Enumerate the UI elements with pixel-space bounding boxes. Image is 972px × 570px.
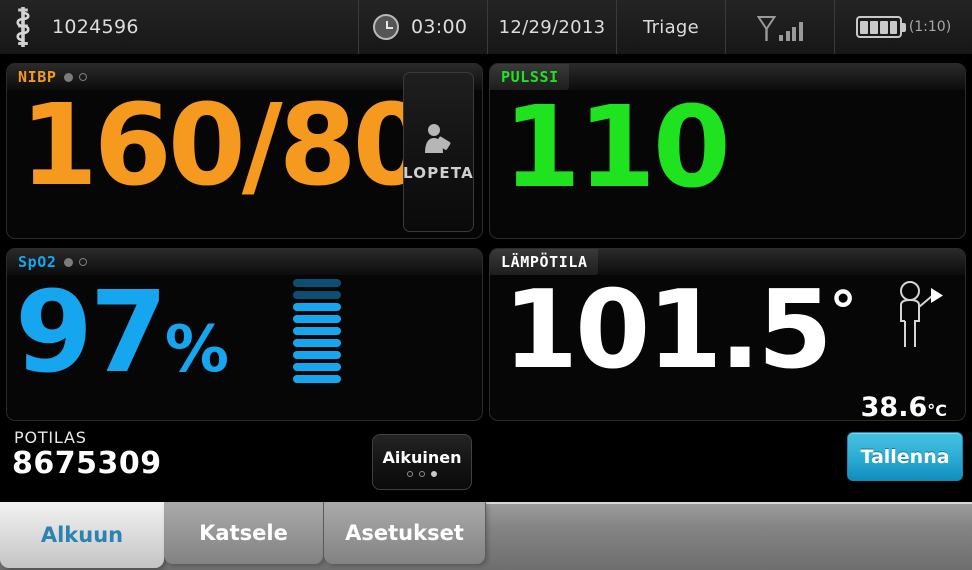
temperature-celsius-group: 38.6°C — [860, 392, 947, 421]
temperature-celsius-unit: °C — [927, 401, 947, 420]
nibp-label-text: NIBP — [18, 68, 57, 86]
spo2-status-dots — [63, 257, 87, 267]
monitor-screen: 1024596 03:00 12/29/2013 Triage (1:10) N… — [0, 0, 972, 570]
temperature-panel[interactable]: LÄMPÖTILA 101.5° °F 38.6°C — [489, 248, 966, 421]
header-context-label: Triage — [642, 16, 700, 38]
pulse-panel[interactable]: PULSSI 110 ♡/MIN LÄHDE : NIBP — [489, 63, 966, 239]
rod-of-asclepius-icon — [12, 7, 34, 47]
nibp-panel-label: NIBP — [7, 64, 97, 90]
status-header: 1024596 03:00 12/29/2013 Triage (1:10) — [0, 0, 972, 55]
header-date-cell[interactable]: 12/29/2013 — [488, 0, 616, 54]
nibp-value: 160/80 — [20, 81, 431, 211]
pulse-label-text: PULSSI — [501, 68, 559, 86]
header-time-cell[interactable]: 03:00 — [359, 0, 487, 54]
spo2-value-group: 97% — [15, 277, 229, 389]
temperature-value: 101.5 — [503, 268, 833, 393]
tab-alkuun[interactable]: Alkuun — [0, 502, 164, 568]
spo2-value: 97 — [15, 268, 168, 398]
patient-label: POTILAS — [14, 428, 87, 447]
patient-id-value[interactable]: 8675309 — [12, 446, 162, 481]
nibp-stop-label: LOPETA — [403, 163, 474, 182]
temperature-panel-label: LÄMPÖTILA — [490, 249, 598, 275]
tab-asetukset[interactable]: Asetukset — [324, 502, 486, 564]
patient-bp-cuff-icon — [422, 123, 456, 159]
spo2-panel[interactable]: SpO2 97% — [6, 248, 483, 421]
header-context-cell[interactable]: Triage — [617, 0, 725, 54]
header-time: 03:00 — [411, 16, 468, 38]
spo2-label-text: SpO2 — [18, 253, 57, 271]
header-signal-cell[interactable] — [726, 0, 834, 54]
patient-row: POTILAS 8675309 Aikuinen Tallenna — [0, 424, 972, 496]
tab-alkuun-label: Alkuun — [40, 523, 124, 547]
header-patient-id: 1024596 — [52, 16, 139, 38]
nibp-panel[interactable]: NIBP 160/80 SYS/DIA mmHg ( MAP 93) LOPET… — [6, 63, 483, 239]
temperature-celsius-value: 38.6 — [860, 392, 928, 421]
header-date: 12/29/2013 — [498, 16, 606, 38]
wifi-signal-icon — [756, 13, 803, 41]
temperature-label-text: LÄMPÖTILA — [501, 253, 588, 271]
person-temporal-thermometer-icon — [891, 279, 951, 351]
header-patient-cell[interactable]: 1024596 — [0, 0, 358, 54]
save-button-label: Tallenna — [860, 445, 950, 468]
battery-icon — [855, 16, 906, 38]
temperature-degree-symbol: ° — [829, 280, 857, 343]
spo2-percent-sign: % — [164, 313, 229, 387]
patient-mode-dots — [407, 470, 437, 477]
tab-asetukset-label: Asetukset — [345, 521, 464, 545]
spo2-pleth-bar-meter — [293, 279, 341, 383]
temperature-value-group: 101.5° — [503, 277, 857, 385]
pulse-value: 110 — [503, 83, 731, 213]
nibp-stop-button[interactable]: LOPETA — [403, 72, 474, 232]
save-button[interactable]: Tallenna — [847, 432, 963, 481]
header-battery-cell[interactable]: (1:10) — [835, 0, 972, 54]
bottom-tab-bar: Alkuun Katsele Asetukset — [0, 502, 972, 570]
spo2-panel-label: SpO2 — [7, 249, 97, 275]
tab-list: Alkuun Katsele Asetukset — [0, 502, 486, 568]
battery-time-remaining: (1:10) — [908, 19, 952, 35]
clock-icon — [373, 14, 399, 40]
tab-katsele-label: Katsele — [199, 521, 288, 545]
patient-mode-button[interactable]: Aikuinen — [372, 434, 472, 490]
patient-mode-label: Aikuinen — [382, 447, 462, 467]
nibp-status-dots — [63, 72, 87, 82]
pulse-panel-label: PULSSI — [490, 64, 569, 90]
tab-katsele[interactable]: Katsele — [164, 502, 324, 564]
